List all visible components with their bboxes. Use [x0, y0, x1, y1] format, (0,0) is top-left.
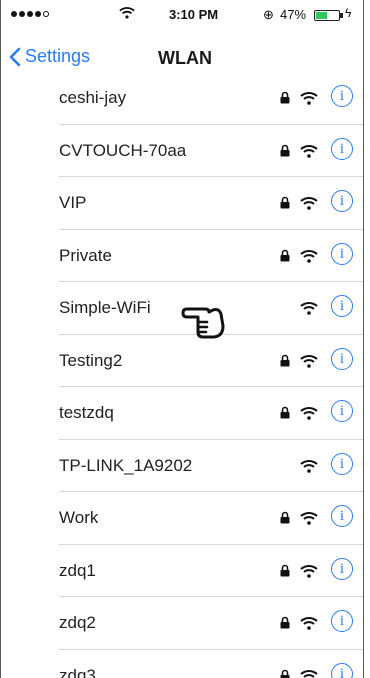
network-name: Simple-WiFi: [59, 298, 151, 317]
lock-icon: [280, 669, 290, 678]
wifi-icon: [300, 406, 318, 420]
network-row[interactable]: zdq2 i: [1, 597, 363, 650]
wifi-icon: [119, 7, 135, 19]
wifi-icon: [300, 196, 318, 210]
info-icon[interactable]: i: [331, 662, 353, 678]
network-name: zdq1: [59, 560, 96, 580]
info-icon[interactable]: i: [331, 85, 353, 107]
network-row[interactable]: Private i: [1, 230, 363, 282]
battery-icon: [314, 10, 340, 21]
lock-icon: [280, 354, 290, 367]
charging-icon: ϟ: [345, 6, 352, 20]
lock-icon: [280, 144, 290, 157]
signal-dots-icon: [11, 11, 49, 17]
wifi-icon: [300, 511, 318, 525]
status-time: 3:10 PM: [169, 7, 219, 22]
info-icon[interactable]: i: [331, 242, 353, 265]
network-name: zdq2: [59, 613, 96, 632]
network-name: testzdq: [59, 403, 114, 422]
status-bar: 3:10 PM ⊕ 47% ϟ: [1, 0, 363, 30]
lock-icon: [280, 406, 290, 419]
network-row[interactable]: VIP i: [1, 177, 363, 230]
network-row[interactable]: Testing2 i: [1, 335, 363, 387]
info-icon[interactable]: i: [331, 347, 353, 370]
network-name: ceshi-jay: [59, 88, 127, 107]
wifi-icon: [300, 354, 318, 368]
network-row[interactable]: testzdq i: [1, 387, 363, 440]
wifi-icon: [300, 144, 318, 158]
lock-icon: [280, 249, 290, 262]
battery-nub: [340, 13, 343, 18]
network-name: CVTOUCH-70aa: [59, 140, 187, 160]
network-row[interactable]: zdq1 i: [1, 545, 363, 597]
network-row[interactable]: CVTOUCH-70aa i: [1, 125, 363, 177]
wifi-icon: [300, 301, 318, 315]
network-list: ceshi-jay i CVTOUCH-70aa i VIP i Private i Simpl…: [1, 72, 363, 678]
phone-screen: 3:10 PM ⊕ 47% ϟ Settings WLAN ceshi-jay i…: [0, 0, 364, 678]
wifi-icon: [300, 249, 318, 263]
pointing-hand-icon: [181, 307, 225, 339]
network-name: VIP: [59, 193, 87, 212]
page-title: WLAN: [158, 48, 212, 68]
info-icon[interactable]: i: [331, 400, 353, 422]
lock-icon: [280, 564, 290, 577]
wifi-icon: [300, 669, 318, 678]
network-name: Work: [59, 508, 99, 527]
network-name: Private: [59, 245, 112, 265]
nav-bar: Settings WLAN: [1, 36, 363, 76]
network-row[interactable]: Work i: [1, 492, 363, 545]
battery-percent: 47%: [280, 7, 307, 22]
wifi-icon: [300, 564, 318, 578]
network-row[interactable]: ceshi-jay i: [1, 72, 363, 125]
rotation-lock-icon: ⊕: [263, 7, 274, 22]
lock-icon: [280, 196, 290, 209]
network-name: Testing2: [59, 350, 123, 370]
info-icon[interactable]: i: [331, 190, 353, 212]
network-name: zdq3: [59, 665, 96, 678]
info-icon[interactable]: i: [331, 295, 353, 317]
lock-icon: [280, 511, 290, 524]
network-row[interactable]: TP-LINK_1A9202 i: [1, 440, 363, 492]
network-row[interactable]: zdq3 i: [1, 650, 363, 678]
info-icon[interactable]: i: [331, 557, 353, 580]
info-icon[interactable]: i: [331, 505, 353, 527]
info-icon[interactable]: i: [331, 610, 353, 632]
wifi-icon: [300, 459, 318, 473]
info-icon[interactable]: i: [331, 137, 353, 160]
wifi-icon: [300, 91, 318, 105]
network-name: TP-LINK_1A9202: [59, 455, 193, 475]
info-icon[interactable]: i: [331, 452, 353, 475]
wifi-icon: [300, 616, 318, 630]
lock-icon: [280, 616, 290, 629]
lock-icon: [280, 91, 290, 104]
